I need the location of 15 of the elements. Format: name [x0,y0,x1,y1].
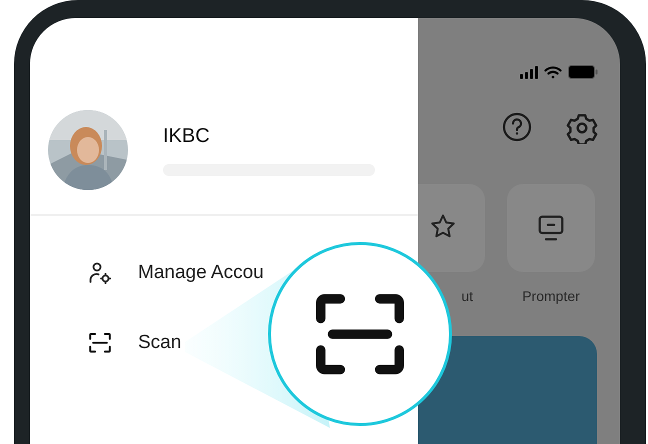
account-settings-icon [88,261,112,285]
signal-icon [520,66,538,78]
user-name: IKBC [163,124,211,148]
tool-tile[interactable] [418,184,485,272]
menu-item-label[interactable]: Manage Accou [138,262,264,284]
battery-icon [568,65,598,79]
tool-label: Prompter [521,288,581,304]
menu-item-label[interactable]: Scan [138,332,182,354]
monitor-icon [536,213,566,243]
wifi-icon [544,66,562,78]
tool-label: ut [460,288,474,304]
scan-icon [88,332,112,354]
tool-tile[interactable] [507,184,595,272]
settings-icon[interactable] [566,112,598,144]
help-icon[interactable] [502,112,532,142]
